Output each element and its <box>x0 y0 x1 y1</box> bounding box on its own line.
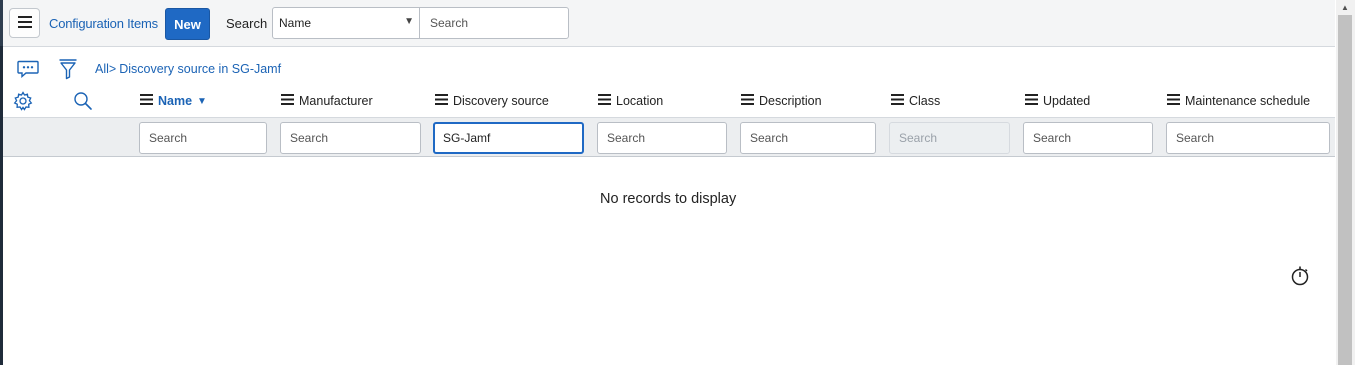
chat-bubble-icon <box>17 60 39 81</box>
column-menu-icon[interactable] <box>281 94 294 108</box>
column-label[interactable]: Updated <box>1043 94 1090 108</box>
breadcrumb: All> Discovery source in SG-Jamf <box>95 62 281 76</box>
new-button[interactable]: New <box>165 8 210 40</box>
breadcrumb-separator: > <box>108 62 117 76</box>
scroll-up-arrow-icon[interactable]: ▲ <box>1338 2 1352 13</box>
breadcrumb-condition[interactable]: Discovery source in SG-Jamf <box>119 62 281 76</box>
sort-descending-icon: ▼ <box>197 95 207 107</box>
column-menu-icon[interactable] <box>741 94 754 108</box>
search-input-class <box>889 122 1010 154</box>
funnel-icon <box>58 58 78 83</box>
breadcrumb-all[interactable]: All <box>95 62 109 76</box>
search-input-maintenance-schedule[interactable] <box>1166 122 1330 154</box>
search-input-updated[interactable] <box>1023 122 1153 154</box>
column-menu-icon[interactable] <box>891 94 904 108</box>
caret-down-icon: ▼ <box>404 16 414 27</box>
column-menu-icon[interactable] <box>435 94 448 108</box>
column-header-manufacturer[interactable]: Manufacturer <box>281 93 373 109</box>
search-field-selected-value: Name <box>279 16 312 30</box>
column-label[interactable]: Discovery source <box>453 94 549 108</box>
magnifier-icon <box>73 91 93 114</box>
column-label[interactable]: Name <box>158 94 192 108</box>
hamburger-icon <box>17 15 32 31</box>
search-label: Search <box>226 16 268 31</box>
personalize-list-button[interactable] <box>12 90 34 114</box>
search-input-manufacturer[interactable] <box>280 122 421 154</box>
column-menu-icon[interactable] <box>598 94 611 108</box>
column-header-class[interactable]: Class <box>891 93 940 109</box>
column-header-updated[interactable]: Updated <box>1025 93 1090 109</box>
column-menu-icon[interactable] <box>1167 94 1180 108</box>
search-input-description[interactable] <box>740 122 876 154</box>
no-records-message: No records to display <box>600 191 737 207</box>
gear-icon <box>13 90 33 114</box>
column-menu-icon[interactable] <box>1025 94 1038 108</box>
filter-toggle-button[interactable] <box>57 58 79 82</box>
column-label[interactable]: Class <box>909 94 940 108</box>
header-search-input[interactable] <box>419 7 569 39</box>
column-label[interactable]: Maintenance schedule <box>1185 94 1310 108</box>
column-header-discovery-source[interactable]: Discovery source <box>435 93 549 109</box>
search-input-discovery-source[interactable] <box>433 122 584 154</box>
column-label[interactable]: Manufacturer <box>299 94 373 108</box>
stopwatch-icon <box>1290 266 1310 290</box>
activity-stream-button[interactable] <box>16 59 40 81</box>
list-header: Configuration Items New Search Name ▼ <box>3 0 1335 47</box>
column-header-location[interactable]: Location <box>598 93 663 109</box>
column-header-maintenance-schedule[interactable]: Maintenance schedule <box>1167 93 1310 109</box>
scrollbar-thumb[interactable] <box>1338 15 1352 365</box>
search-field-select[interactable]: Name ▼ <box>272 7 420 39</box>
list-title[interactable]: Configuration Items <box>49 16 158 31</box>
search-input-name[interactable] <box>139 122 267 154</box>
column-header-name[interactable]: Name ▼ <box>140 93 207 109</box>
window-frame-edge <box>0 0 3 365</box>
search-input-location[interactable] <box>597 122 727 154</box>
column-menu-icon[interactable] <box>140 94 153 108</box>
column-header-description[interactable]: Description <box>741 93 822 109</box>
response-time-button[interactable] <box>1290 265 1310 290</box>
toggle-column-search-button[interactable] <box>72 91 94 114</box>
column-label[interactable]: Location <box>616 94 663 108</box>
list-menu-button[interactable] <box>9 8 40 38</box>
column-label[interactable]: Description <box>759 94 822 108</box>
